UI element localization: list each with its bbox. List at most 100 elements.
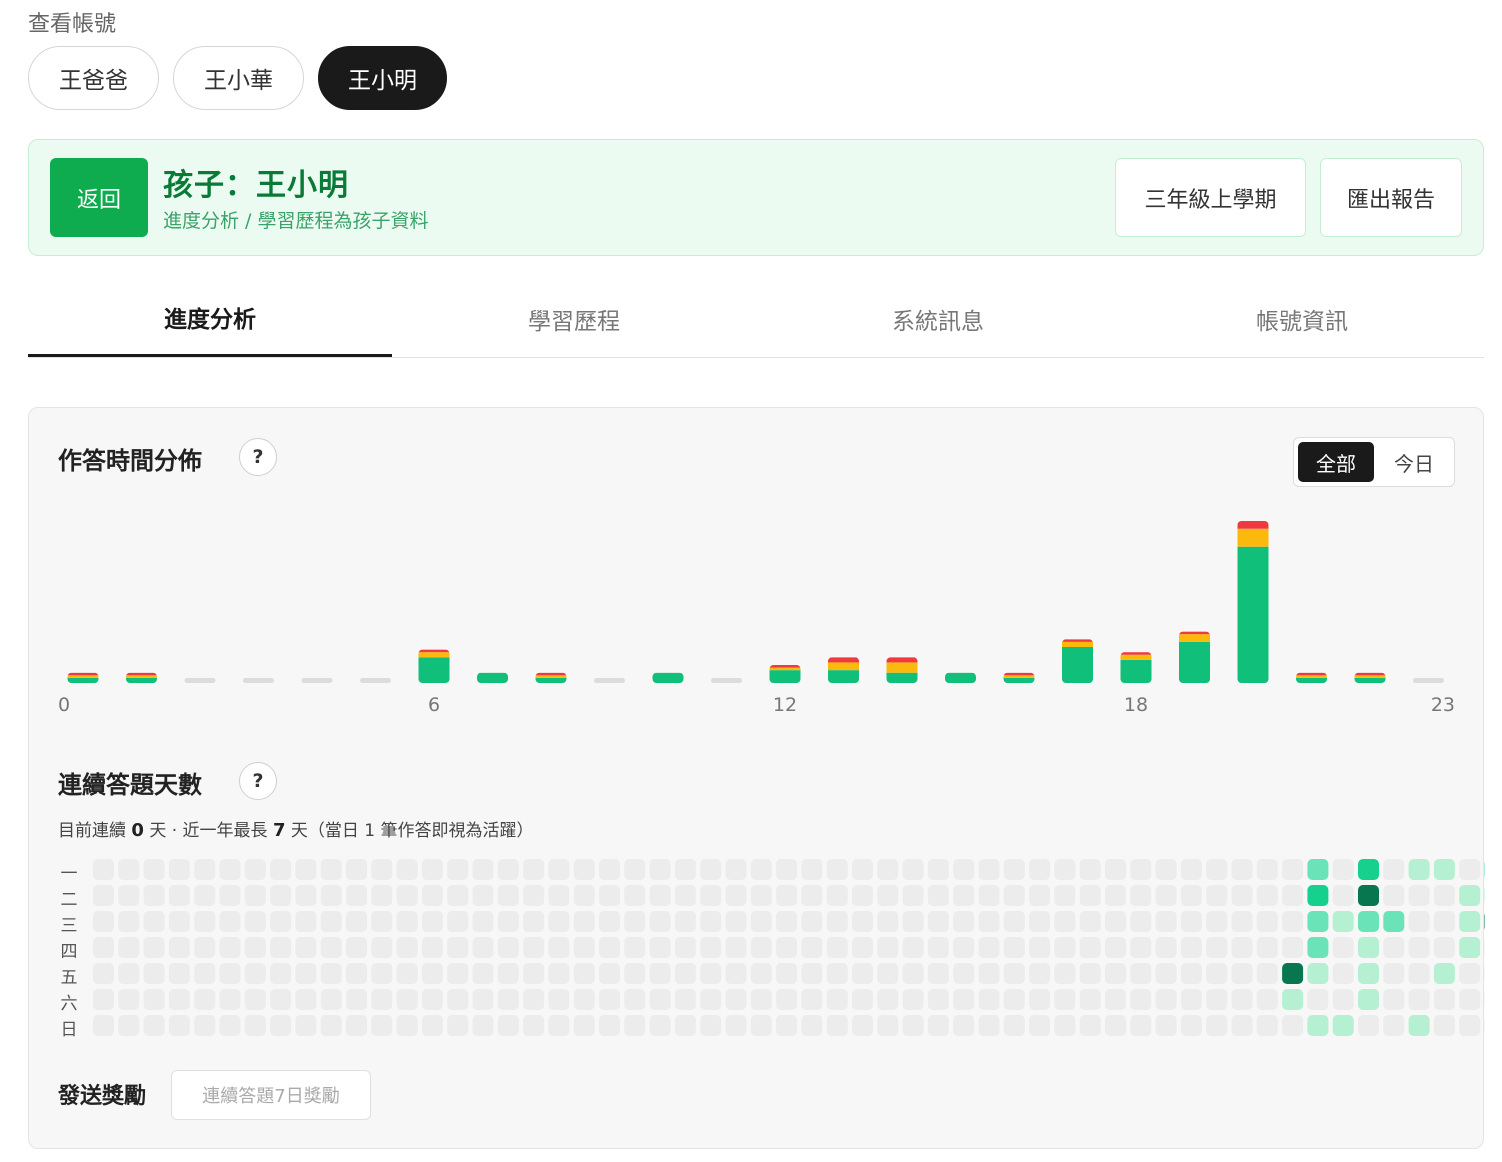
semester-select-button[interactable]: 三年級上學期: [1115, 158, 1306, 237]
heatmap-cell: [1155, 859, 1177, 880]
heatmap-cell: [497, 885, 519, 906]
heatmap-cell: [750, 911, 772, 932]
heatmap-cell: [346, 937, 367, 958]
heatmap-cell: [776, 911, 798, 932]
heatmap-cell: [599, 989, 620, 1010]
back-button[interactable]: 返回: [50, 158, 148, 237]
heatmap-cell: [447, 859, 469, 880]
heatmap-cell: [143, 963, 165, 984]
heatmap-cell: [194, 911, 216, 932]
heatmap-cell: [852, 859, 873, 880]
heatmap-cell: [573, 1015, 595, 1036]
heatmap-cell: [194, 885, 216, 906]
heatmap-cell: [801, 911, 823, 932]
tab-progress[interactable]: 進度分析: [28, 280, 392, 357]
heatmap-cell: [1231, 1015, 1253, 1036]
heatmap-cell: [548, 885, 570, 906]
account-pill-wang-xiaoming[interactable]: 王小明: [318, 46, 447, 110]
heatmap-cell: [852, 885, 873, 906]
heatmap-cell: [1130, 859, 1152, 880]
heatmap-cell: [472, 989, 494, 1010]
heatmap-cell-active: [1282, 989, 1304, 1010]
heatmap-cell: [877, 859, 899, 880]
heatmap-cell: [168, 1015, 190, 1036]
heatmap-cell: [118, 885, 140, 906]
heatmap-cell: [1383, 859, 1405, 880]
heatmap-cell: [1180, 937, 1202, 958]
heatmap-cell: [270, 911, 292, 932]
heatmap-cell: [624, 885, 646, 906]
heatmap-cell: [523, 911, 545, 932]
heatmap-cell: [244, 859, 266, 880]
heatmap-cell-active: [1383, 911, 1405, 932]
streak-reward-button[interactable]: 連續答題7日獎勵: [171, 1070, 371, 1120]
heatmap-cell: [852, 989, 873, 1010]
heatmap-cell: [978, 937, 1000, 958]
heatmap-cell: [447, 937, 469, 958]
heatmap-cell: [118, 963, 140, 984]
heatmap-cell: [978, 1015, 1000, 1036]
heatmap-cell: [978, 989, 1000, 1010]
heatmap-cell: [1130, 963, 1152, 984]
heatmap-cell: [244, 911, 266, 932]
heatmap-cell: [168, 963, 190, 984]
heatmap-cell: [801, 885, 823, 906]
heatmap-cell: [573, 989, 595, 1010]
heatmap-cell: [1155, 1015, 1177, 1036]
account-pill-wang-baba[interactable]: 王爸爸: [28, 46, 159, 110]
heatmap-cell: [396, 937, 418, 958]
tab-system-messages[interactable]: 系統訊息: [756, 280, 1120, 357]
heatmap-cell: [826, 937, 848, 958]
heatmap-cell: [1003, 859, 1025, 880]
heatmap-cell: [1231, 989, 1253, 1010]
heatmap-cell: [852, 937, 873, 958]
heatmap-cell: [750, 859, 772, 880]
heatmap-cell: [649, 1015, 671, 1036]
heatmap-cell: [1484, 965, 1485, 982]
heatmap-cell-active: [1433, 963, 1455, 984]
heatmap-cell: [320, 911, 342, 932]
heatmap-cell: [1206, 885, 1228, 906]
heatmap-cell: [270, 859, 292, 880]
heatmap-cell: [1079, 937, 1101, 958]
heatmap-cell: [826, 963, 848, 984]
heatmap-cell: [877, 963, 899, 984]
heatmap-cell: [1105, 989, 1126, 1010]
heatmap-cell: [1054, 1015, 1076, 1036]
heatmap-cell: [447, 963, 469, 984]
account-pill-wang-xiaohua[interactable]: 王小華: [173, 46, 304, 110]
heatmap-cell: [1130, 911, 1152, 932]
tab-learning-history[interactable]: 學習歷程: [392, 280, 756, 357]
heatmap-cell: [1130, 989, 1152, 1010]
heatmap-cell: [1105, 1015, 1126, 1036]
heatmap-cell-active: [1358, 963, 1379, 984]
heatmap-cell: [371, 963, 393, 984]
heatmap-cell: [1029, 885, 1051, 906]
heatmap-cell: [1282, 859, 1304, 880]
heatmap-cell: [1307, 989, 1329, 1010]
heatmap-cell: [371, 1015, 393, 1036]
heatmap-cell: [472, 937, 494, 958]
export-report-button[interactable]: 匯出報告: [1320, 158, 1462, 237]
heatmap-cell: [118, 989, 140, 1010]
heatmap-cell: [472, 963, 494, 984]
heatmap-cell: [776, 963, 798, 984]
heatmap-cell: [194, 1015, 216, 1036]
heatmap-cell: [1433, 1015, 1455, 1036]
tab-account-info[interactable]: 帳號資訊: [1120, 280, 1484, 357]
heatmap-cell: [548, 989, 570, 1010]
heatmap-cell: [1231, 885, 1253, 906]
heatmap-cell: [1332, 937, 1354, 958]
heatmap-cell: [1029, 859, 1051, 880]
heatmap-cell: [1256, 937, 1278, 958]
heatmap-cell: [624, 963, 646, 984]
heatmap-cell: [700, 937, 722, 958]
heatmap-cell: [421, 885, 443, 906]
heatmap-cell: [750, 989, 772, 1010]
heatmap-cell: [1180, 859, 1202, 880]
heatmap-cell: [1256, 885, 1278, 906]
heatmap-cell: [852, 911, 873, 932]
heatmap-cell: [953, 859, 975, 880]
heatmap-cell: [750, 885, 772, 906]
heatmap-cell: [421, 859, 443, 880]
